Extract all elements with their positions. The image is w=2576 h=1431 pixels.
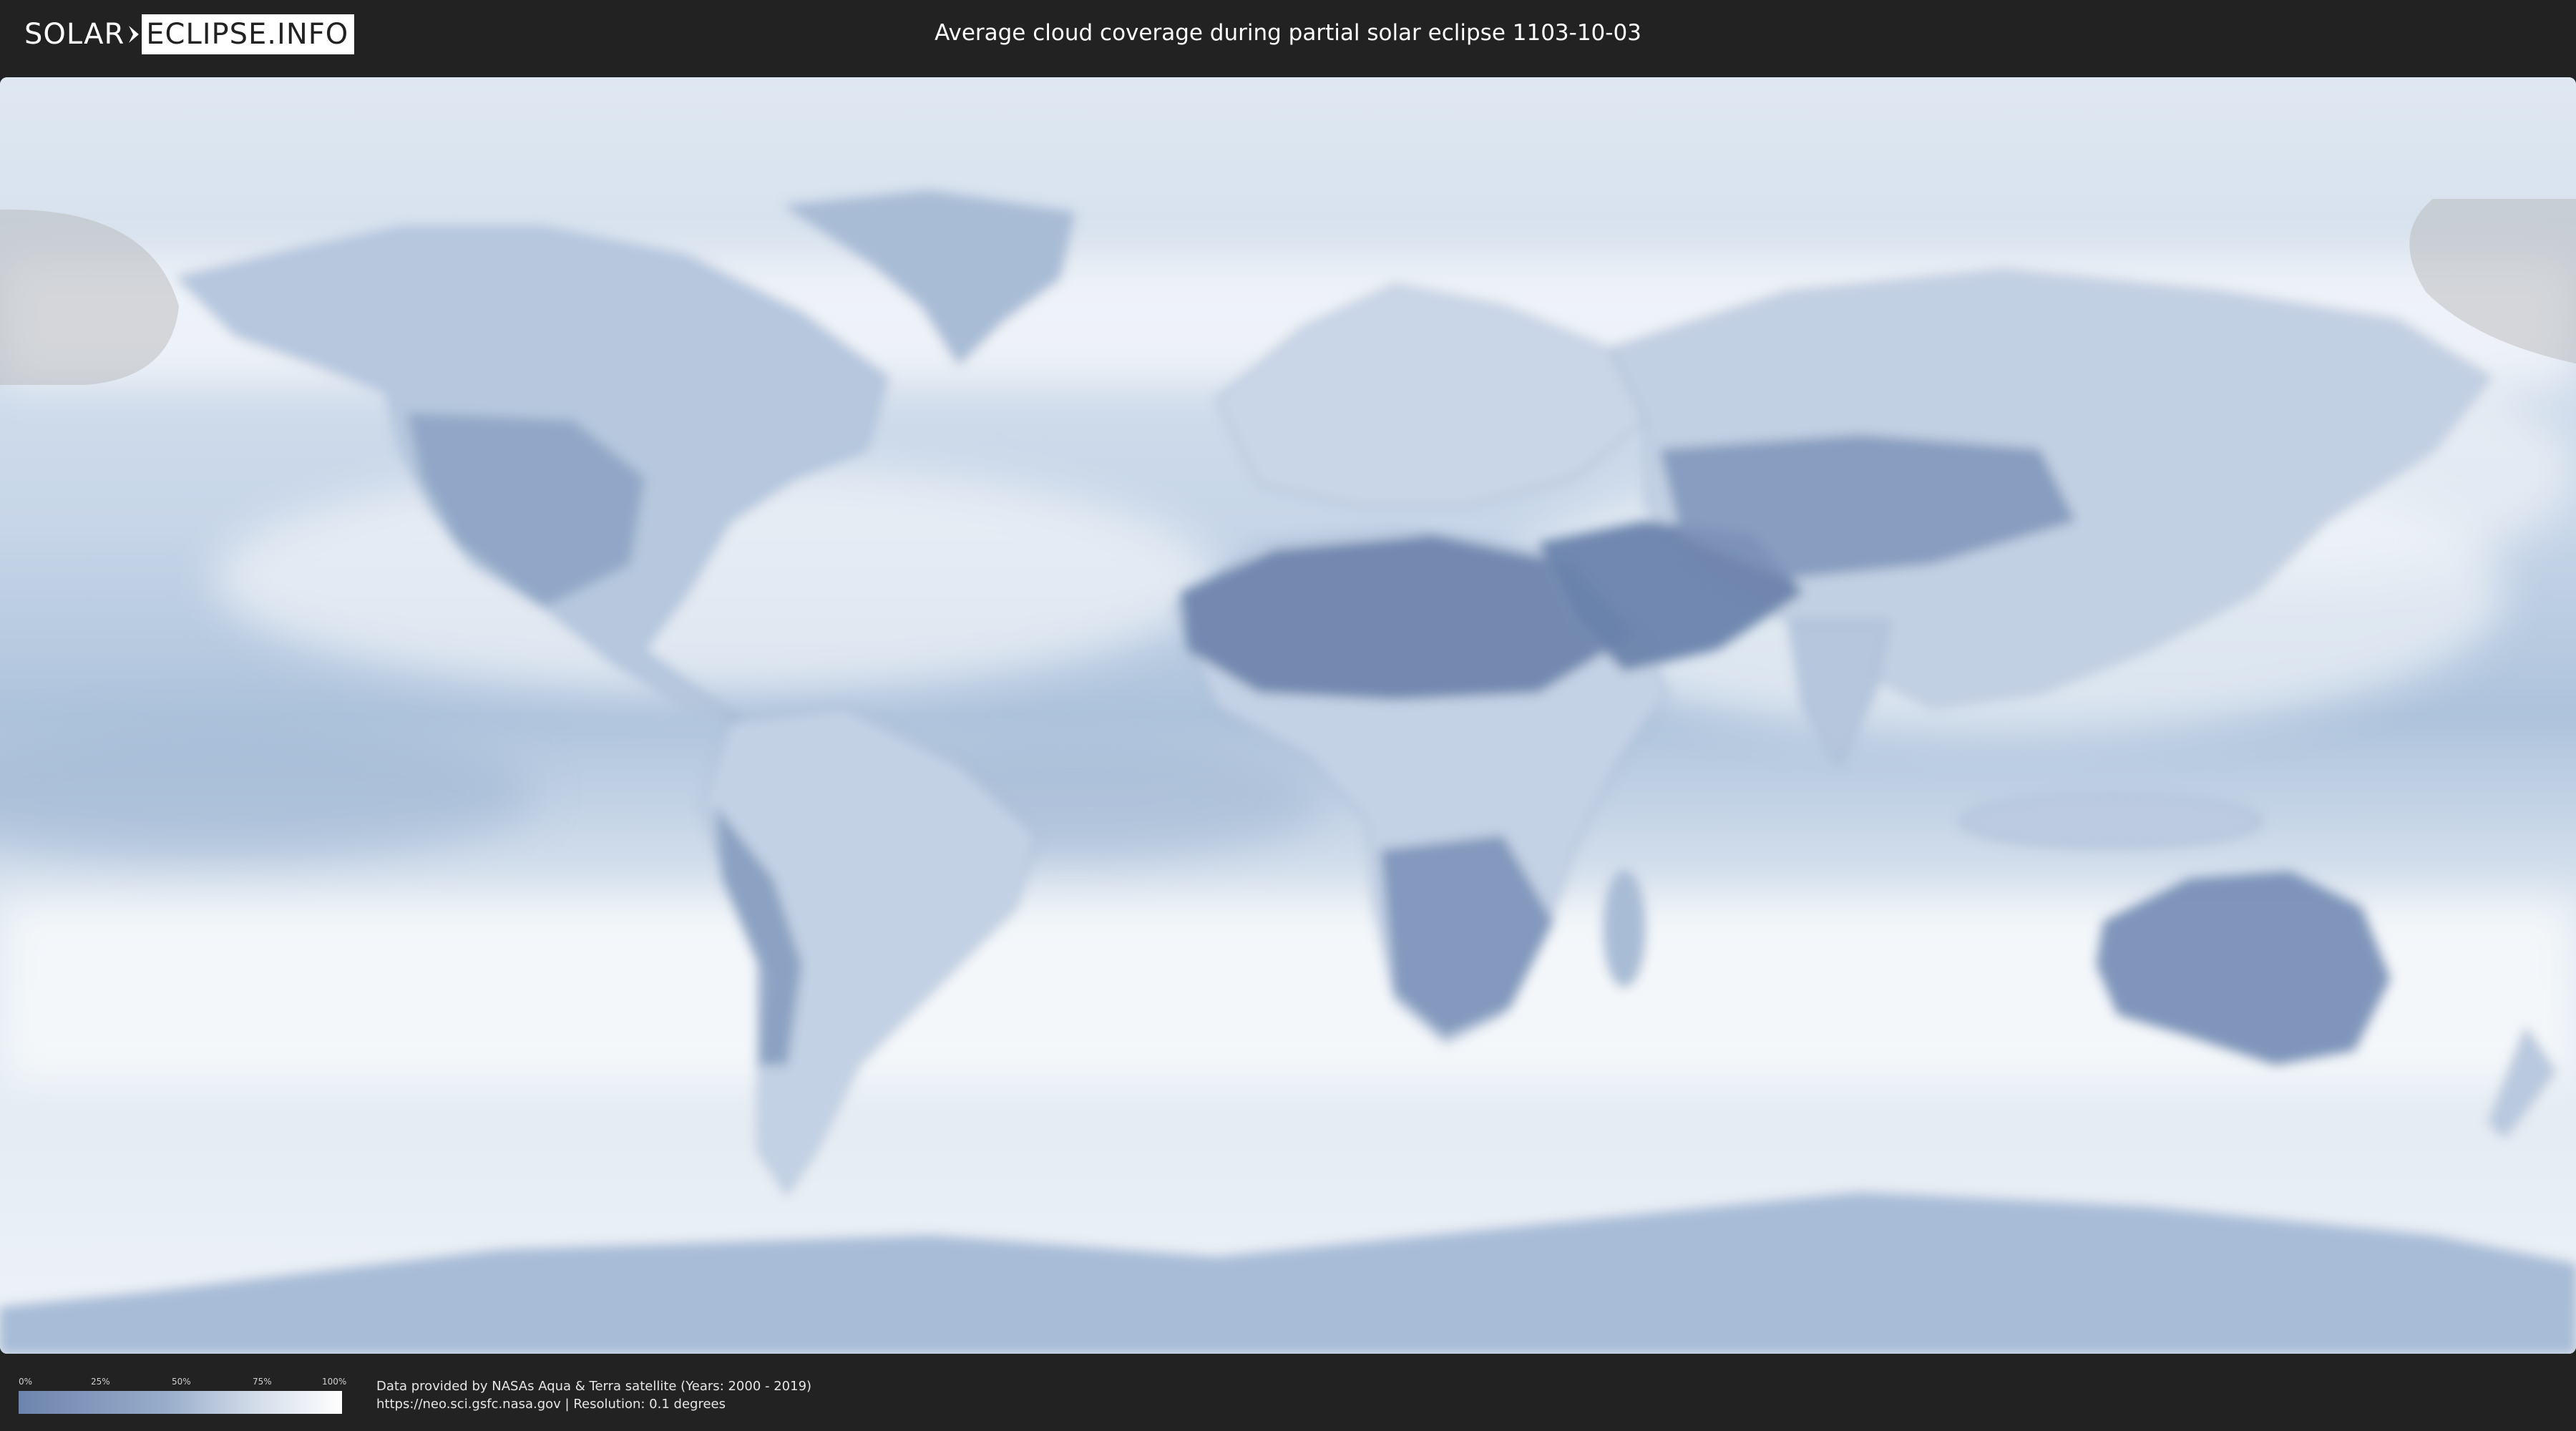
logo-text-eclipse-info: ECLIPSE.INFO (142, 14, 355, 54)
legend-tick-100: 100% (322, 1377, 347, 1387)
data-source-line: https://neo.sci.gsfc.nasa.gov | Resoluti… (376, 1397, 726, 1412)
cloud-coverage-legend-scale (19, 1391, 342, 1414)
page-title: Average cloud coverage during partial so… (935, 20, 1641, 46)
legend-tick-0: 0% (19, 1377, 33, 1387)
data-credit-line: Data provided by NASAs Aqua & Terra sate… (376, 1379, 812, 1394)
eclipse-arrow-icon (129, 26, 140, 43)
footer-bar (0, 1359, 2576, 1431)
legend-tick-50: 50% (172, 1377, 191, 1387)
cloud-coverage-map[interactable] (0, 77, 2576, 1354)
legend-tick-25: 25% (91, 1377, 110, 1387)
header-bar: SOLAR ECLIPSE.INFO Average cloud coverag… (0, 0, 2576, 72)
site-logo[interactable]: SOLAR ECLIPSE.INFO (24, 14, 355, 54)
indonesia (1960, 795, 2262, 848)
legend-tick-75: 75% (253, 1377, 272, 1387)
logo-text-solar: SOLAR (24, 18, 125, 51)
madagascar (1604, 871, 1645, 987)
world-map-svg (0, 77, 2576, 1354)
